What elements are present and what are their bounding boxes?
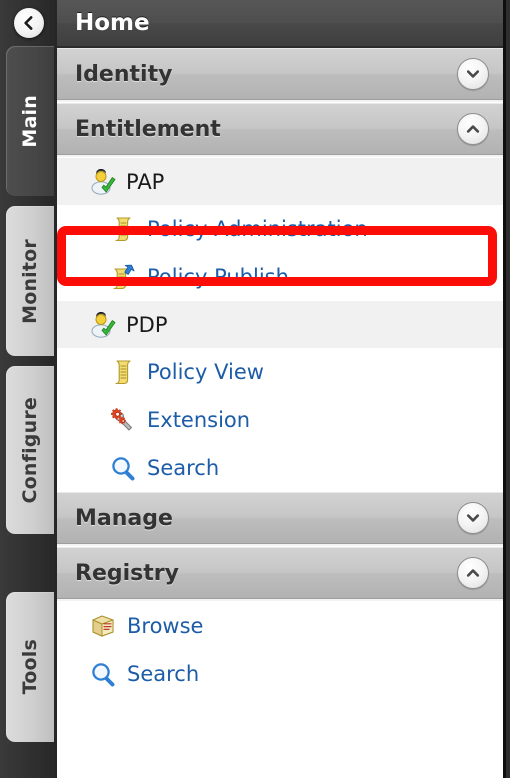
book-icon: [92, 615, 114, 637]
section-entitlement[interactable]: Entitlement: [57, 103, 503, 155]
policy-scroll-icon: [115, 360, 131, 385]
chevron-down-icon[interactable]: [457, 58, 489, 90]
chevron-down-icon[interactable]: [457, 502, 489, 534]
sidebar-tab-main-label: Main: [19, 94, 41, 148]
section-registry[interactable]: Registry: [57, 547, 503, 599]
policy-scroll-icon: [115, 217, 131, 242]
sidebar-tab-main[interactable]: Main: [6, 46, 54, 196]
section-entitlement-label: Entitlement: [75, 116, 221, 142]
nav-item-extension-label: Extension: [147, 408, 251, 432]
sidebar-tab-configure-label: Configure: [19, 396, 41, 504]
vertical-tab-rail: Main Monitor Configure Tools: [0, 0, 57, 778]
group-pdp: PDP: [57, 301, 503, 348]
sidebar-tab-monitor-label: Monitor: [19, 238, 41, 324]
sidebar-tab-tools[interactable]: Tools: [6, 592, 54, 742]
panel-filler: [57, 698, 503, 738]
nav-item-policy-view[interactable]: Policy View: [57, 348, 503, 396]
section-identity[interactable]: Identity: [57, 48, 503, 100]
nav-item-browse-label: Browse: [127, 614, 204, 638]
section-registry-label: Registry: [75, 560, 179, 586]
chevron-up-icon[interactable]: [457, 113, 489, 145]
magnifier-icon: [112, 457, 135, 481]
back-arrow-icon: [24, 16, 33, 30]
chevron-up-icon[interactable]: [457, 557, 489, 589]
nav-item-extension[interactable]: Extension: [57, 396, 503, 444]
sidebar-tab-monitor[interactable]: Monitor: [6, 206, 54, 356]
nav-item-policy-publish-label: Policy Publish: [147, 265, 289, 289]
policy-publish-icon: [113, 264, 135, 290]
section-manage[interactable]: Manage: [57, 492, 503, 544]
section-identity-label: Identity: [75, 61, 173, 87]
nav-item-policy-publish[interactable]: Policy Publish: [57, 253, 503, 301]
nav-item-policy-administration-label: Policy Administration: [147, 217, 368, 241]
nav-item-search-registry-label: Search: [127, 662, 200, 686]
nav-item-browse[interactable]: Browse: [57, 602, 503, 650]
gear-wrench-icon: [111, 408, 133, 431]
group-pdp-label: PDP: [126, 312, 168, 337]
sidebar-tab-configure[interactable]: Configure: [6, 366, 54, 534]
user-check-icon: [91, 311, 116, 338]
nav-item-policy-view-label: Policy View: [147, 360, 264, 384]
group-pap-label: PAP: [126, 169, 165, 194]
application-window: Main Monitor Configure Tools Home Identi…: [0, 0, 510, 778]
back-button[interactable]: [14, 8, 44, 38]
nav-item-search-pdp-label: Search: [147, 456, 220, 480]
section-manage-label: Manage: [75, 505, 173, 531]
nav-item-policy-administration[interactable]: Policy Administration: [57, 205, 503, 253]
nav-item-search-registry[interactable]: Search: [57, 650, 503, 698]
group-pap: PAP: [57, 158, 503, 205]
sidebar-tab-tools-label: Tools: [19, 639, 41, 695]
nav-item-search-pdp[interactable]: Search: [57, 444, 503, 492]
panel-header: Home: [57, 0, 503, 48]
navigation-panel: Home Identity Entitlement PAP Policy Adm…: [57, 0, 506, 778]
user-check-icon: [91, 168, 116, 195]
page-title: Home: [75, 10, 150, 36]
magnifier-icon: [92, 663, 115, 687]
